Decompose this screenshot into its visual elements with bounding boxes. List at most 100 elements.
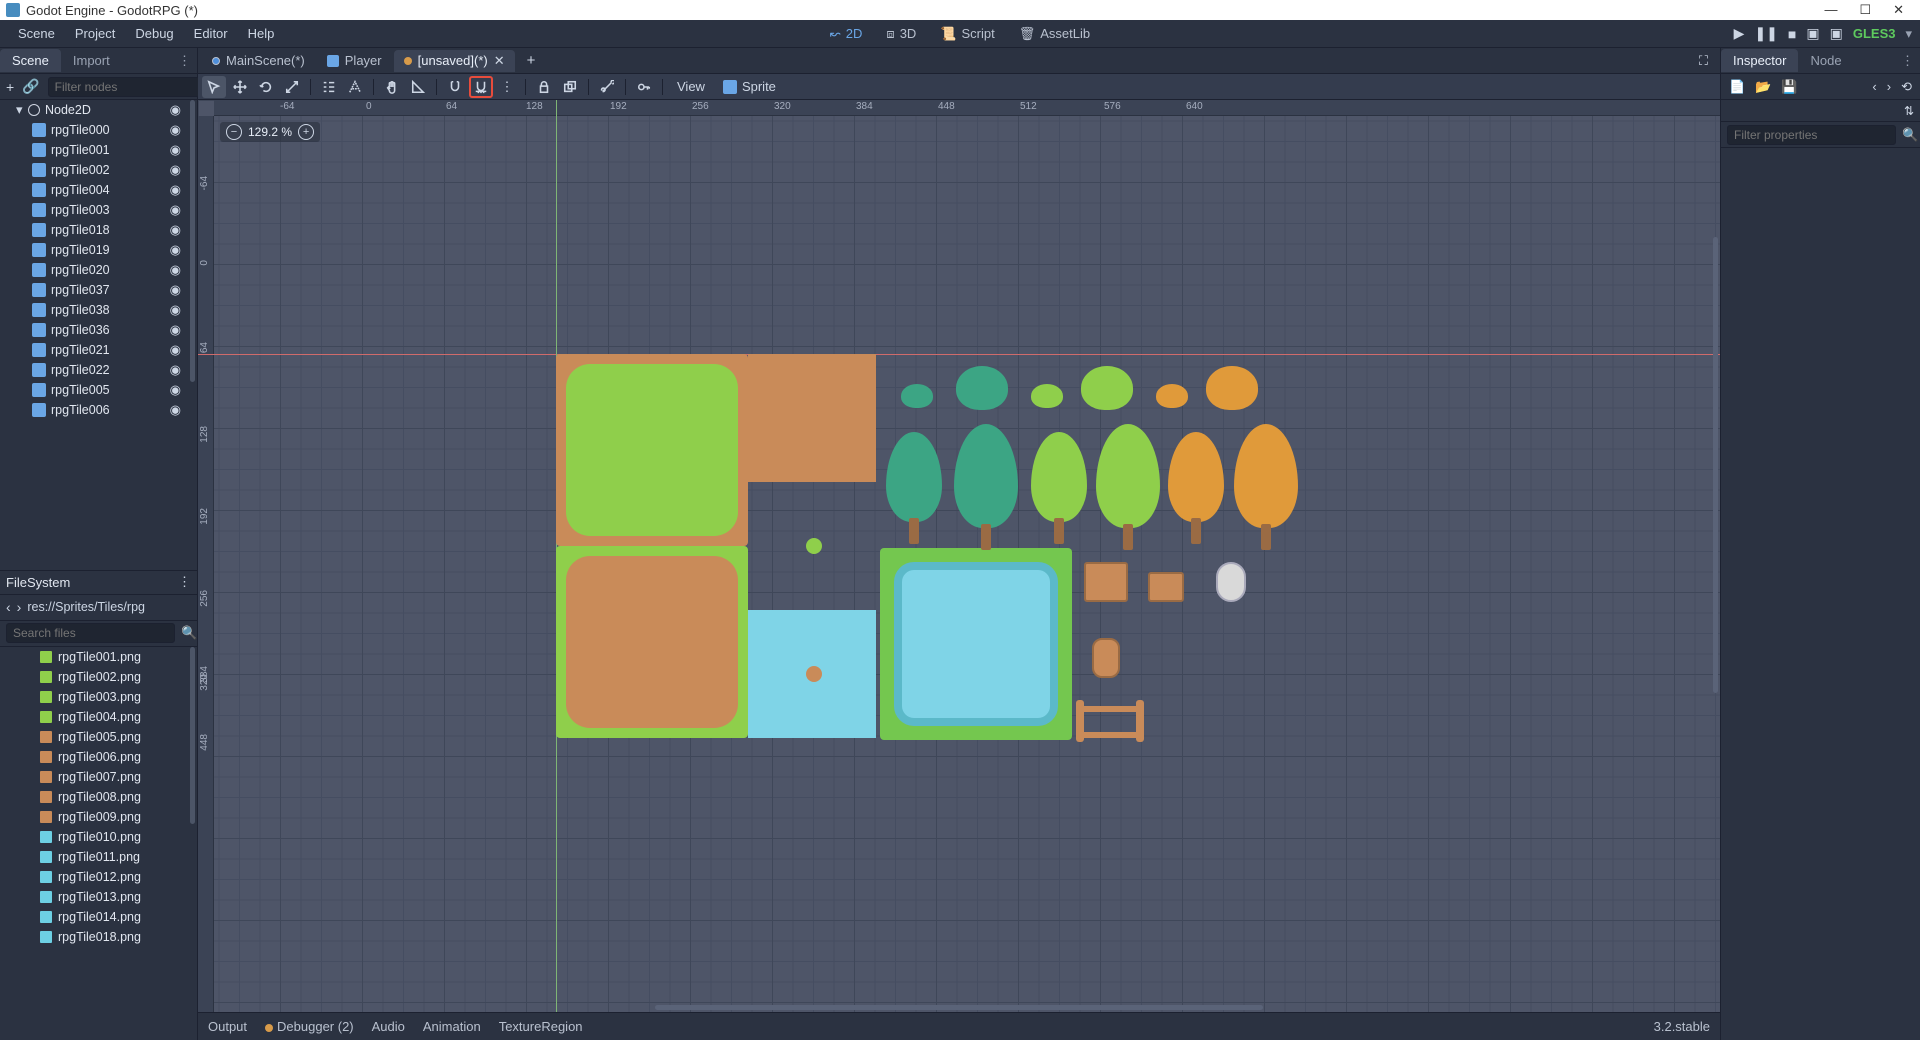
history-forward-icon[interactable]: › xyxy=(1887,79,1891,94)
visibility-icon[interactable]: ◉ xyxy=(170,282,189,298)
file-item[interactable]: rpgTile009.png xyxy=(0,807,197,827)
visibility-icon[interactable]: ◉ xyxy=(170,182,189,198)
scene-node[interactable]: rpgTile001◉ xyxy=(0,140,189,160)
close-icon[interactable]: ✕ xyxy=(1893,2,1904,18)
scene-node[interactable]: rpgTile004◉ xyxy=(0,180,189,200)
visibility-icon[interactable]: ◉ xyxy=(170,302,189,318)
workspace-3d[interactable]: ⧈3D xyxy=(876,24,926,44)
scene-node[interactable]: rpgTile037◉ xyxy=(0,280,189,300)
file-item[interactable]: rpgTile004.png xyxy=(0,707,197,727)
file-list-scrollbar[interactable] xyxy=(190,647,195,824)
visibility-icon[interactable]: ◉ xyxy=(170,222,189,238)
scene-node[interactable]: rpgTile038◉ xyxy=(0,300,189,320)
scene-node[interactable]: rpgTile022◉ xyxy=(0,360,189,380)
viewport-h-scrollbar[interactable] xyxy=(655,1005,1264,1010)
scene-node[interactable]: rpgTile000◉ xyxy=(0,120,189,140)
object-menu-icon[interactable]: ⇅ xyxy=(1904,104,1914,118)
scene-tab[interactable]: MainScene(*) xyxy=(202,50,315,71)
tab-node[interactable]: Node xyxy=(1798,49,1853,72)
fs-search-input[interactable] xyxy=(6,623,175,643)
workspace-assetlib[interactable]: 🗑AssetLib xyxy=(1009,24,1100,44)
file-item[interactable]: rpgTile014.png xyxy=(0,907,197,927)
group-tool[interactable] xyxy=(558,76,582,98)
snap-toggle[interactable] xyxy=(443,76,467,98)
filter-nodes-input[interactable] xyxy=(48,77,217,97)
new-resource-icon[interactable]: 📄 xyxy=(1729,79,1745,95)
visibility-icon[interactable]: ◉ xyxy=(170,162,189,178)
scene-node[interactable]: rpgTile003◉ xyxy=(0,200,189,220)
stop-button[interactable]: ■ xyxy=(1788,26,1796,42)
move-tool[interactable] xyxy=(228,76,252,98)
menu-editor[interactable]: Editor xyxy=(184,26,238,41)
list-select-tool[interactable] xyxy=(317,76,341,98)
scene-node[interactable]: rpgTile036◉ xyxy=(0,320,189,340)
pan-tool[interactable] xyxy=(380,76,404,98)
zoom-out-button[interactable]: − xyxy=(226,124,242,140)
file-item[interactable]: rpgTile011.png xyxy=(0,847,197,867)
unknown-tool[interactable] xyxy=(343,76,367,98)
animation-key-tool[interactable] xyxy=(632,76,656,98)
search-icon[interactable]: 🔍 xyxy=(1902,127,1918,143)
filesystem-menu-icon[interactable]: ⋮ xyxy=(178,574,191,590)
history-menu-icon[interactable]: ⟲ xyxy=(1901,79,1912,95)
bottom-debugger[interactable]: Debugger (2) xyxy=(265,1019,354,1034)
maximize-icon[interactable]: ☐ xyxy=(1859,2,1871,18)
bottom-output[interactable]: Output xyxy=(208,1019,247,1034)
scene-node[interactable]: rpgTile005◉ xyxy=(0,380,189,400)
fs-back-button[interactable]: ‹ xyxy=(6,599,11,615)
ruler-tool[interactable] xyxy=(406,76,430,98)
scene-node[interactable]: rpgTile018◉ xyxy=(0,220,189,240)
panel-menu-icon[interactable]: ⋮ xyxy=(172,53,197,69)
file-item[interactable]: rpgTile005.png xyxy=(0,727,197,747)
tab-import[interactable]: Import xyxy=(61,49,122,72)
file-item[interactable]: rpgTile018.png xyxy=(0,927,197,947)
sprite-menu[interactable]: Sprite xyxy=(715,79,784,94)
distraction-free-icon[interactable]: ⛶ xyxy=(1691,53,1716,69)
visibility-icon[interactable]: ◉ xyxy=(170,102,189,118)
bottom-audio[interactable]: Audio xyxy=(372,1019,405,1034)
bottom-textureregion[interactable]: TextureRegion xyxy=(499,1019,583,1034)
menu-project[interactable]: Project xyxy=(65,26,125,41)
search-icon[interactable]: 🔍 xyxy=(181,625,197,641)
visibility-icon[interactable]: ◉ xyxy=(170,122,189,138)
scene-node[interactable]: rpgTile006◉ xyxy=(0,400,189,420)
minimize-icon[interactable]: — xyxy=(1824,2,1837,18)
play-scene-button[interactable]: ▣ xyxy=(1806,25,1819,42)
scene-node[interactable]: rpgTile020◉ xyxy=(0,260,189,280)
scene-node[interactable]: rpgTile002◉ xyxy=(0,160,189,180)
file-item[interactable]: rpgTile003.png xyxy=(0,687,197,707)
file-item[interactable]: rpgTile012.png xyxy=(0,867,197,887)
file-item[interactable]: rpgTile008.png xyxy=(0,787,197,807)
play-button[interactable]: ▶ xyxy=(1734,25,1745,42)
scale-tool[interactable] xyxy=(280,76,304,98)
visibility-icon[interactable]: ◉ xyxy=(170,142,189,158)
visibility-icon[interactable]: ◉ xyxy=(170,262,189,278)
save-resource-icon[interactable]: 💾 xyxy=(1781,79,1797,95)
fs-path-input[interactable] xyxy=(27,600,188,614)
menu-help[interactable]: Help xyxy=(238,26,285,41)
viewport-v-scrollbar[interactable] xyxy=(1713,237,1718,693)
pause-button[interactable]: ❚❚ xyxy=(1754,25,1777,42)
workspace-2d[interactable]: ↜2D xyxy=(820,24,873,44)
file-item[interactable]: rpgTile007.png xyxy=(0,767,197,787)
menu-scene[interactable]: Scene xyxy=(8,26,65,41)
scene-node[interactable]: rpgTile019◉ xyxy=(0,240,189,260)
grid-snap-toggle[interactable] xyxy=(469,76,493,98)
scene-tab[interactable]: Player xyxy=(317,50,392,71)
inspector-menu-icon[interactable]: ⋮ xyxy=(1895,53,1920,69)
renderer-dropdown-icon[interactable]: ▾ xyxy=(1905,26,1912,42)
file-item[interactable]: rpgTile001.png xyxy=(0,647,197,667)
file-item[interactable]: rpgTile010.png xyxy=(0,827,197,847)
visibility-icon[interactable]: ◉ xyxy=(170,342,189,358)
view-menu[interactable]: View xyxy=(669,79,713,94)
file-item[interactable]: rpgTile006.png xyxy=(0,747,197,767)
file-item[interactable]: rpgTile013.png xyxy=(0,887,197,907)
lock-tool[interactable] xyxy=(532,76,556,98)
visibility-icon[interactable]: ◉ xyxy=(170,322,189,338)
menu-debug[interactable]: Debug xyxy=(125,26,183,41)
scene-node[interactable]: rpgTile021◉ xyxy=(0,340,189,360)
visibility-icon[interactable]: ◉ xyxy=(170,402,189,418)
rotate-tool[interactable] xyxy=(254,76,278,98)
add-node-button[interactable]: + xyxy=(6,79,14,95)
play-custom-button[interactable]: ▣ xyxy=(1830,25,1843,42)
